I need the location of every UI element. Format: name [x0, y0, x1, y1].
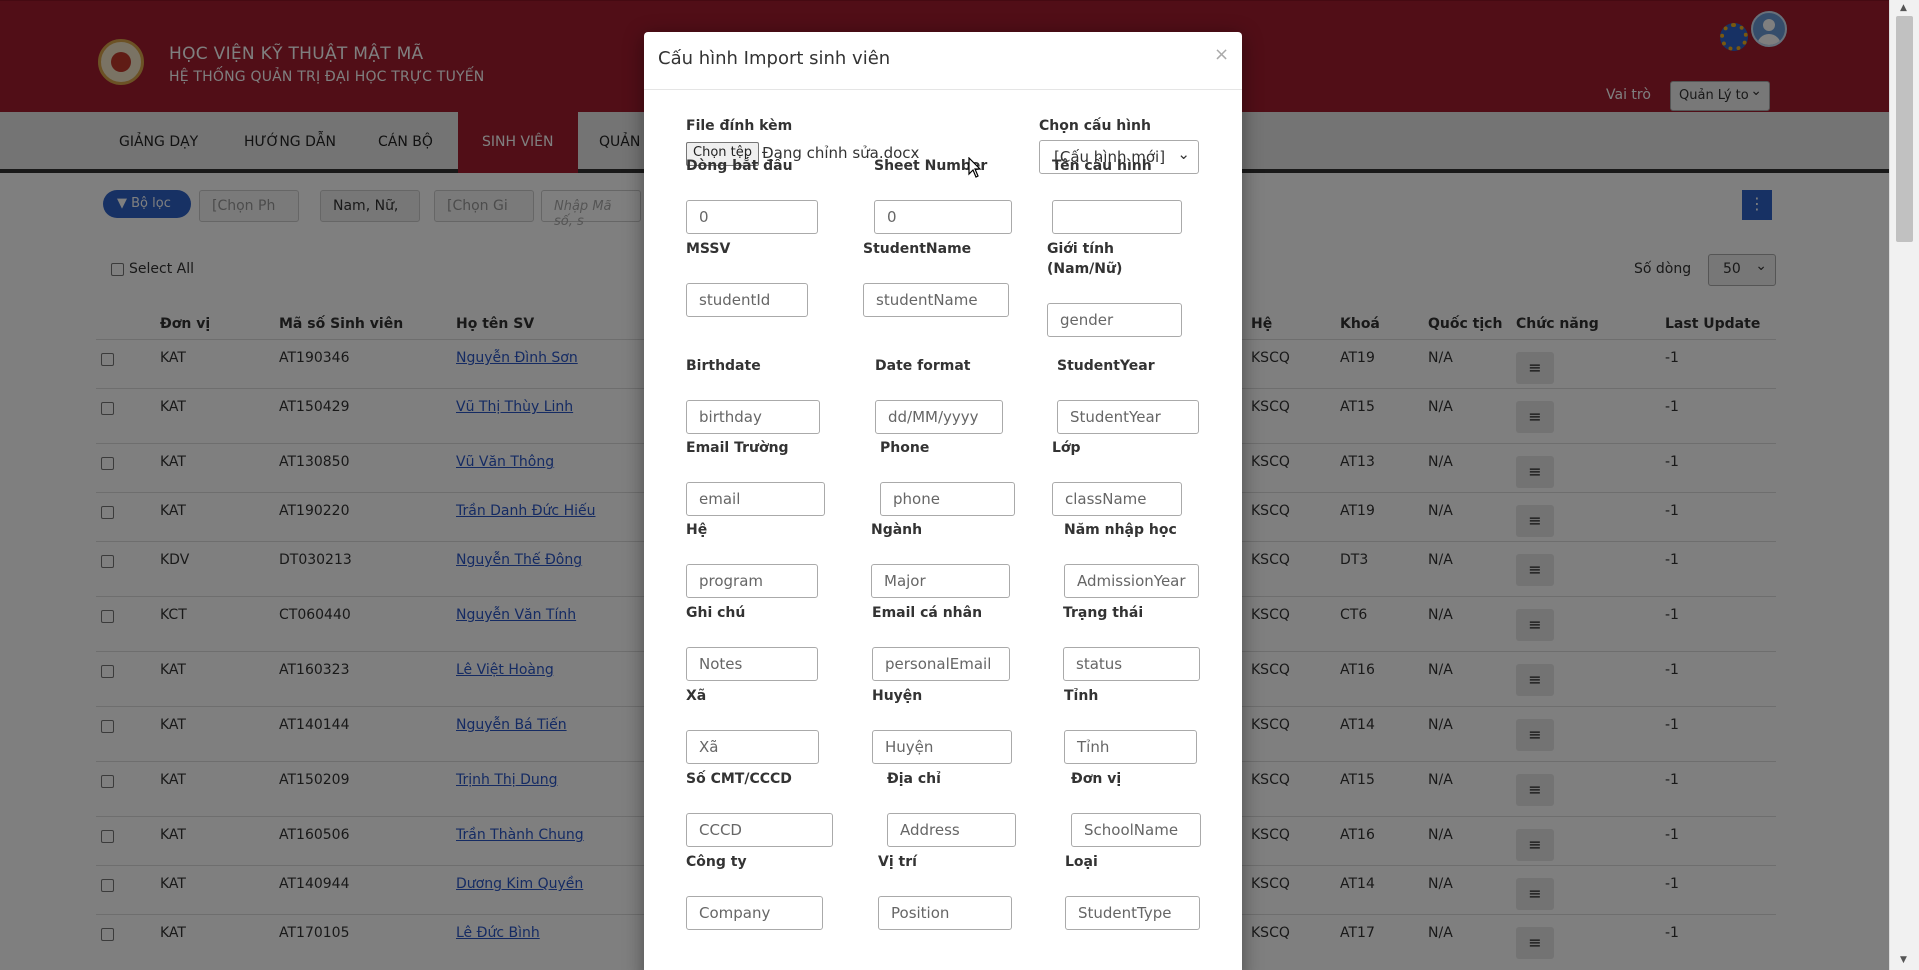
ghi-chu-input[interactable]: Notes: [686, 647, 818, 681]
date-format-input[interactable]: dd/MM/yyyy: [875, 400, 1003, 434]
tinh-input[interactable]: Tỉnh: [1064, 730, 1197, 764]
dong-bat-dau-label: Dòng bắt đầu: [686, 158, 793, 174]
import-config-modal: Cấu hình Import sinh viên × File đính kè…: [644, 32, 1242, 970]
email-ca-nhan-label: Email cá nhân: [872, 605, 983, 621]
don-vi-input[interactable]: SchoolName: [1071, 813, 1201, 847]
vi-tri-label: Vị trí: [878, 854, 917, 870]
dia-chi-label: Địa chỉ: [887, 771, 941, 787]
gioi-tinh-nam-nu-input[interactable]: gender: [1047, 303, 1182, 337]
ghi-chu-label: Ghi chú: [686, 605, 746, 621]
he-label: Hệ: [686, 522, 708, 538]
dong-bat-dau-input[interactable]: 0: [686, 200, 818, 234]
ten-cau-hinh-input[interactable]: [1052, 200, 1182, 234]
scroll-up-arrow-icon[interactable]: ▲: [1900, 3, 1907, 13]
dia-chi-input[interactable]: Address: [887, 813, 1016, 847]
phone-label: Phone: [880, 440, 930, 456]
birthdate-input[interactable]: birthday: [686, 400, 820, 434]
huyen-label: Huyện: [872, 688, 923, 704]
mouse-cursor-icon: [968, 157, 982, 178]
mssv-input[interactable]: studentId: [686, 283, 808, 317]
cong-ty-label: Công ty: [686, 854, 747, 870]
file-label: File đính kèm: [686, 118, 793, 134]
phone-input[interactable]: phone: [880, 482, 1015, 516]
gioi-tinh-nam-nu-label: Giới tính (Nam/Nữ): [1047, 241, 1123, 277]
huyen-input[interactable]: Huyện: [872, 730, 1012, 764]
xa-label: Xã: [686, 688, 707, 704]
nam-nhap-hoc-label: Năm nhập học: [1064, 522, 1177, 538]
studentname-label: StudentName: [863, 241, 972, 257]
studentyear-label: StudentYear: [1057, 358, 1155, 374]
email-ca-nhan-input[interactable]: personalEmail: [872, 647, 1010, 681]
studentname-input[interactable]: studentName: [863, 283, 1009, 317]
loai-input[interactable]: StudentType: [1065, 896, 1200, 930]
trang-thai-input[interactable]: status: [1063, 647, 1200, 681]
tinh-label: Tỉnh: [1064, 688, 1099, 704]
lop-input[interactable]: className: [1052, 482, 1182, 516]
trang-thai-label: Trạng thái: [1063, 605, 1144, 621]
nganh-label: Ngành: [871, 522, 923, 538]
close-icon[interactable]: ×: [1214, 44, 1229, 65]
modal-title: Cấu hình Import sinh viên: [658, 48, 891, 69]
email-truong-input[interactable]: email: [686, 482, 825, 516]
so-cmt-cccd-input[interactable]: CCCD: [686, 813, 833, 847]
scroll-down-arrow-icon[interactable]: ▼: [1900, 955, 1907, 965]
sheet-number-input[interactable]: 0: [874, 200, 1012, 234]
so-cmt-cccd-label: Số CMT/CCCD: [686, 771, 792, 787]
loai-label: Loại: [1065, 854, 1098, 870]
email-truong-label: Email Trường: [686, 440, 789, 456]
lop-label: Lớp: [1052, 440, 1081, 456]
studentyear-input[interactable]: StudentYear: [1057, 400, 1199, 434]
don-vi-label: Đơn vị: [1071, 771, 1122, 787]
modal-header: Cấu hình Import sinh viên ×: [644, 32, 1242, 90]
nganh-input[interactable]: Major: [871, 564, 1010, 598]
page: HỌC VIỆN KỸ THUẬT MẬT MÃ HỆ THỐNG QUẢN T…: [0, 0, 1889, 970]
xa-input[interactable]: Xã: [686, 730, 819, 764]
ten-cau-hinh-label: Tên cấu hình: [1052, 158, 1152, 174]
nam-nhap-hoc-input[interactable]: AdmissionYear: [1064, 564, 1199, 598]
he-input[interactable]: program: [686, 564, 818, 598]
page-scrollbar[interactable]: ▲ ▼: [1889, 0, 1919, 970]
cong-ty-input[interactable]: Company: [686, 896, 823, 930]
vi-tri-input[interactable]: Position: [878, 896, 1012, 930]
scrollbar-thumb[interactable]: [1896, 16, 1913, 242]
birthdate-label: Birthdate: [686, 358, 761, 374]
config-label: Chọn cấu hình: [1039, 118, 1151, 134]
date-format-label: Date format: [875, 358, 971, 374]
mssv-label: MSSV: [686, 241, 731, 257]
